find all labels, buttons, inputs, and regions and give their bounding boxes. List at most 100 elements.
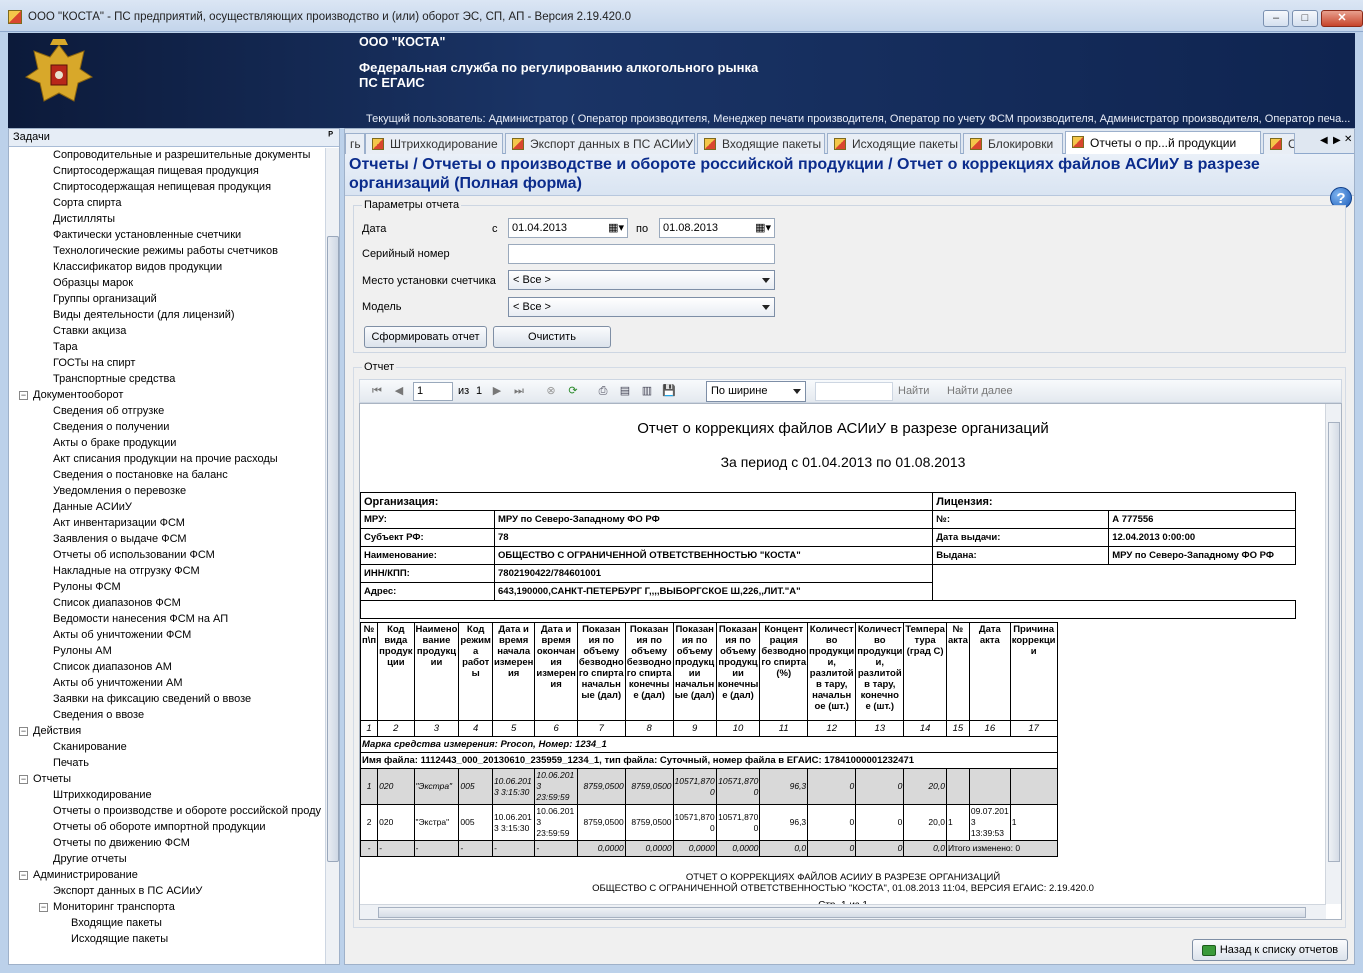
tree-item[interactable]: Сведения о получении [53, 420, 169, 434]
next-page-icon[interactable]: ▶ [490, 384, 504, 398]
report-hscroll[interactable] [360, 904, 1326, 919]
tree-item[interactable]: Печать [53, 756, 89, 770]
tree-item[interactable]: Классификатор видов продукции [53, 260, 222, 274]
tree-item[interactable]: Заявки на фиксацию сведений о ввозе [53, 692, 251, 706]
tree-item[interactable]: Отчеты [33, 772, 71, 786]
tree-item[interactable]: Акты о браке продукции [53, 436, 176, 450]
tree-item[interactable]: Рулоны ФСМ [53, 580, 121, 594]
tab[interactable]: Штрихкодирование [365, 133, 503, 154]
maximize-button[interactable]: □ [1292, 10, 1318, 27]
tree-item[interactable]: Фактически установленные счетчики [53, 228, 241, 242]
tree-item[interactable]: Образцы марок [53, 276, 133, 290]
tree-item[interactable]: Накладные на отгрузку ФСМ [53, 564, 200, 578]
tab[interactable]: Отчеты о пр...й продукции [1065, 131, 1261, 155]
tree-item[interactable]: Рулоны АМ [53, 644, 112, 658]
tree-item[interactable]: Администрирование [33, 868, 138, 882]
expander-icon[interactable]: − [19, 871, 28, 880]
place-select[interactable]: < Все > [508, 270, 775, 290]
last-page-icon[interactable]: ⏭ [512, 384, 526, 398]
expander-icon[interactable]: − [39, 903, 48, 912]
scroll-thumb[interactable] [327, 236, 339, 862]
tree-item[interactable]: Действия [33, 724, 81, 738]
tab[interactable]: Исходящие пакеты [827, 133, 961, 154]
minimize-button[interactable]: – [1263, 10, 1289, 27]
tree-item[interactable]: Штрихкодирование [53, 788, 152, 802]
tree-item[interactable]: Исходящие пакеты [71, 932, 168, 946]
tree-item[interactable]: Экспорт данных в ПС АСИиУ [53, 884, 202, 898]
tree-item[interactable]: Отчеты о производстве и обороте российск… [53, 804, 321, 818]
tree-item[interactable]: ГОСТы на спирт [53, 356, 135, 370]
find-button[interactable]: Найти [898, 385, 929, 397]
back-to-list-button[interactable]: Назад к списку отчетов [1192, 939, 1348, 961]
tree-item[interactable]: Виды деятельности (для лицензий) [53, 308, 235, 322]
tree-item[interactable]: Группы организаций [53, 292, 157, 306]
tasks-scrollbar[interactable] [325, 148, 339, 964]
tree-item[interactable]: Спиртосодержащая пищевая продукция [53, 164, 259, 178]
tree-item[interactable]: Акты об уничтожении ФСМ [53, 628, 191, 642]
close-button[interactable]: ✕ [1321, 10, 1363, 27]
tree-item[interactable]: Сканирование [53, 740, 127, 754]
tab[interactable]: Блокировки [963, 133, 1063, 154]
tab-prev-icon[interactable]: ◀ [1320, 135, 1328, 146]
page-setup-icon[interactable]: ▥ [640, 384, 654, 398]
tree-item[interactable]: Акты об уничтожении АМ [53, 676, 183, 690]
stop-icon[interactable]: ⊗ [544, 384, 558, 398]
tree-item[interactable]: Ставки акциза [53, 324, 126, 338]
date-from-input[interactable]: 01.04.2013 ▦▾ [508, 218, 628, 238]
export-icon[interactable]: 💾 [662, 384, 676, 398]
tree-item[interactable]: Мониторинг транспорта [53, 900, 175, 914]
print-icon[interactable]: ⎙ [596, 384, 610, 398]
calendar-icon[interactable]: ▦▾ [608, 221, 624, 234]
report-vscroll[interactable] [1325, 404, 1341, 904]
tree-item[interactable]: Технологические режимы работы счетчиков [53, 244, 278, 258]
serial-input[interactable] [508, 244, 775, 264]
expander-icon[interactable]: − [19, 391, 28, 400]
page-layout-icon[interactable]: ▤ [618, 384, 632, 398]
calendar-icon[interactable]: ▦▾ [755, 221, 771, 234]
tree-item[interactable]: Список диапазонов АМ [53, 660, 172, 674]
page-input[interactable]: 1 [413, 382, 453, 401]
tab[interactable]: Входящие пакеты [697, 133, 825, 154]
tree-item[interactable]: Сведения о ввозе [53, 708, 144, 722]
model-select[interactable]: < Все > [508, 297, 775, 317]
tree-item[interactable]: Сопроводительные и разрешительные докуме… [53, 148, 310, 162]
prev-page-icon[interactable]: ◀ [392, 384, 406, 398]
tree-item[interactable]: Уведомления о перевозке [53, 484, 186, 498]
expander-icon[interactable]: − [19, 727, 28, 736]
scroll-thumb[interactable] [1328, 422, 1340, 862]
tree-item[interactable]: Акт списания продукции на прочие расходы [53, 452, 278, 466]
tree-item[interactable]: Другие отчеты [53, 852, 127, 866]
refresh-icon[interactable]: ⟳ [566, 384, 580, 398]
tree-item[interactable]: Отчеты по движению ФСМ [53, 836, 190, 850]
tree-item[interactable]: Акт инвентаризации ФСМ [53, 516, 185, 530]
tree-item[interactable]: Сорта спирта [53, 196, 122, 210]
expander-icon[interactable]: − [19, 775, 28, 784]
tree-item[interactable]: Ведомости нанесения ФСМ на АП [53, 612, 228, 626]
tree-item[interactable]: Отчеты об обороте импортной продукции [53, 820, 266, 834]
tree-item[interactable]: Входящие пакеты [71, 916, 162, 930]
tree-item[interactable]: Сведения об отгрузке [53, 404, 164, 418]
tab[interactable]: С [1263, 133, 1295, 154]
tab-close-icon[interactable]: ✕ [1344, 134, 1352, 145]
tab-next-icon[interactable]: ▶ [1333, 135, 1341, 146]
pin-icon[interactable]: ᴾ [328, 130, 333, 142]
build-report-button[interactable]: Сформировать отчет [364, 326, 487, 348]
clear-button[interactable]: Очистить [493, 326, 611, 348]
tab[interactable]: Экспорт данных в ПС АСИиУ [505, 133, 695, 154]
scroll-thumb[interactable] [378, 907, 1306, 918]
tree-item[interactable]: Список диапазонов ФСМ [53, 596, 181, 610]
tree-item[interactable]: Транспортные средства [53, 372, 175, 386]
tree-item[interactable]: Тара [53, 340, 78, 354]
tree-item[interactable]: Сведения о постановке на баланс [53, 468, 228, 482]
tree-item[interactable]: Отчеты об использовании ФСМ [53, 548, 215, 562]
tree-item[interactable]: Данные АСИиУ [53, 500, 132, 514]
find-next-button[interactable]: Найти далее [947, 385, 1013, 397]
tree-item[interactable]: Документооборот [33, 388, 123, 402]
find-input[interactable] [815, 382, 893, 401]
date-to-input[interactable]: 01.08.2013 ▦▾ [659, 218, 775, 238]
first-page-icon[interactable]: ⏮ [370, 384, 384, 398]
tree-item[interactable]: Заявления о выдаче ФСМ [53, 532, 187, 546]
zoom-select[interactable]: По ширине [706, 381, 806, 402]
tree-item[interactable]: Дистилляты [53, 212, 115, 226]
tree-item[interactable]: Спиртосодержащая непищевая продукция [53, 180, 271, 194]
